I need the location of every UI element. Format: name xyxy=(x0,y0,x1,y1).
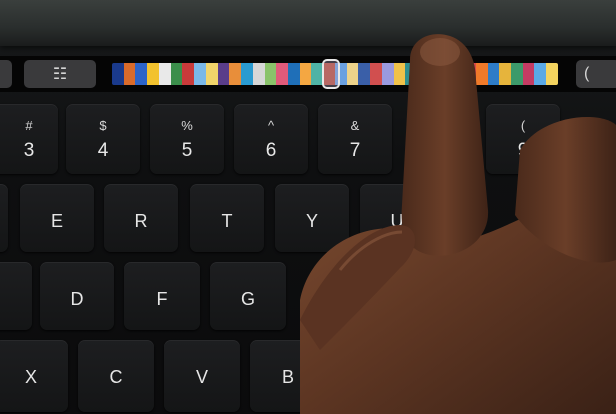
index-finger-shape xyxy=(401,34,489,256)
index-fingertip-highlight xyxy=(420,38,460,66)
keyboard-photo: ☷ ( # 3 $ 4 % 5 ^ 6 & 7 ( 9 E R T xyxy=(0,0,616,414)
hand-illustration xyxy=(300,34,616,414)
